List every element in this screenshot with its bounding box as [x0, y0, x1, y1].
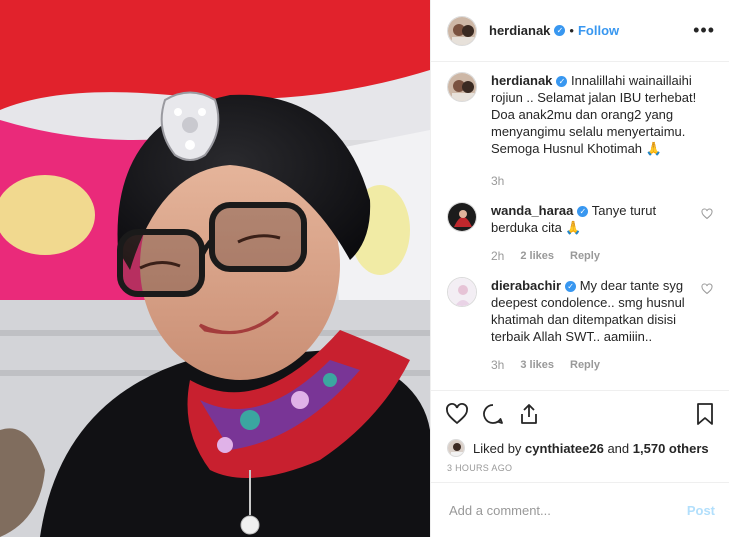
post-photo-image	[0, 0, 430, 537]
commenter-avatar[interactable]	[447, 72, 477, 102]
comment-time[interactable]: 3h	[491, 173, 504, 190]
like-comment-heart-icon[interactable]	[701, 208, 713, 220]
like-heart-icon[interactable]	[445, 402, 469, 426]
post-comment-button[interactable]: Post	[687, 503, 715, 518]
caption-item: herdianak ✓ Innalillahi wainaillaihi roji…	[447, 72, 713, 190]
comments-list[interactable]: herdianak ✓ Innalillahi wainaillaihi roji…	[431, 62, 729, 390]
likes-summary: Liked by cynthiatee26 and 1,570 others	[431, 436, 729, 460]
reply-button[interactable]: Reply	[570, 357, 600, 374]
post-timestamp[interactable]: 3 HOURS AGO	[431, 460, 729, 482]
bookmark-save-icon[interactable]	[693, 402, 717, 426]
verified-badge-icon: ✓	[577, 206, 589, 218]
comment-item: dierabachir ✓ My dear tante syg deepest c…	[447, 277, 713, 374]
follow-button[interactable]: Follow	[578, 23, 619, 38]
comment-item: wanda_haraa ✓ Tanye turut berduka cita 🙏 …	[447, 202, 713, 265]
liked-by-user[interactable]: cynthiatee26	[525, 441, 604, 456]
comment-likes[interactable]: 3 likes	[520, 357, 554, 374]
reply-button[interactable]: Reply	[570, 248, 600, 265]
add-comment-input[interactable]	[447, 501, 687, 519]
commenter-username[interactable]: wanda_haraa	[491, 203, 573, 218]
author-username[interactable]: herdianak	[489, 23, 550, 38]
verified-badge-icon: ✓	[556, 76, 568, 88]
commenter-avatar[interactable]	[447, 202, 477, 232]
commenter-username[interactable]: dierabachir	[491, 278, 561, 293]
verified-badge-icon: ✓	[554, 25, 566, 36]
liker-avatar[interactable]	[447, 439, 465, 457]
commenter-avatar[interactable]	[447, 277, 477, 307]
separator-dot: •	[569, 23, 574, 38]
comment-time[interactable]: 3h	[491, 357, 504, 374]
verified-badge-icon: ✓	[565, 281, 577, 293]
post-actions-bar	[431, 390, 729, 436]
post-side-panel: herdianak ✓ • Follow ••• herdianak ✓ Inn…	[430, 0, 729, 537]
share-icon[interactable]	[517, 402, 541, 426]
likes-count[interactable]: 1,570 others	[633, 441, 709, 456]
more-options-icon[interactable]: •••	[693, 20, 715, 41]
like-comment-heart-icon[interactable]	[701, 283, 713, 295]
add-comment-bar: Post	[431, 482, 729, 537]
post-header: herdianak ✓ • Follow •••	[431, 0, 729, 62]
comment-likes[interactable]: 2 likes	[520, 248, 554, 265]
liked-by-prefix: Liked by	[473, 440, 522, 456]
post-photo[interactable]	[0, 0, 430, 537]
author-avatar[interactable]	[447, 15, 477, 46]
instagram-post: herdianak ✓ • Follow ••• herdianak ✓ Inn…	[0, 0, 729, 537]
commenter-username[interactable]: herdianak	[491, 73, 552, 88]
comment-time[interactable]: 2h	[491, 248, 504, 265]
comment-bubble-icon[interactable]	[481, 402, 505, 426]
liked-by-and: and	[607, 440, 630, 456]
